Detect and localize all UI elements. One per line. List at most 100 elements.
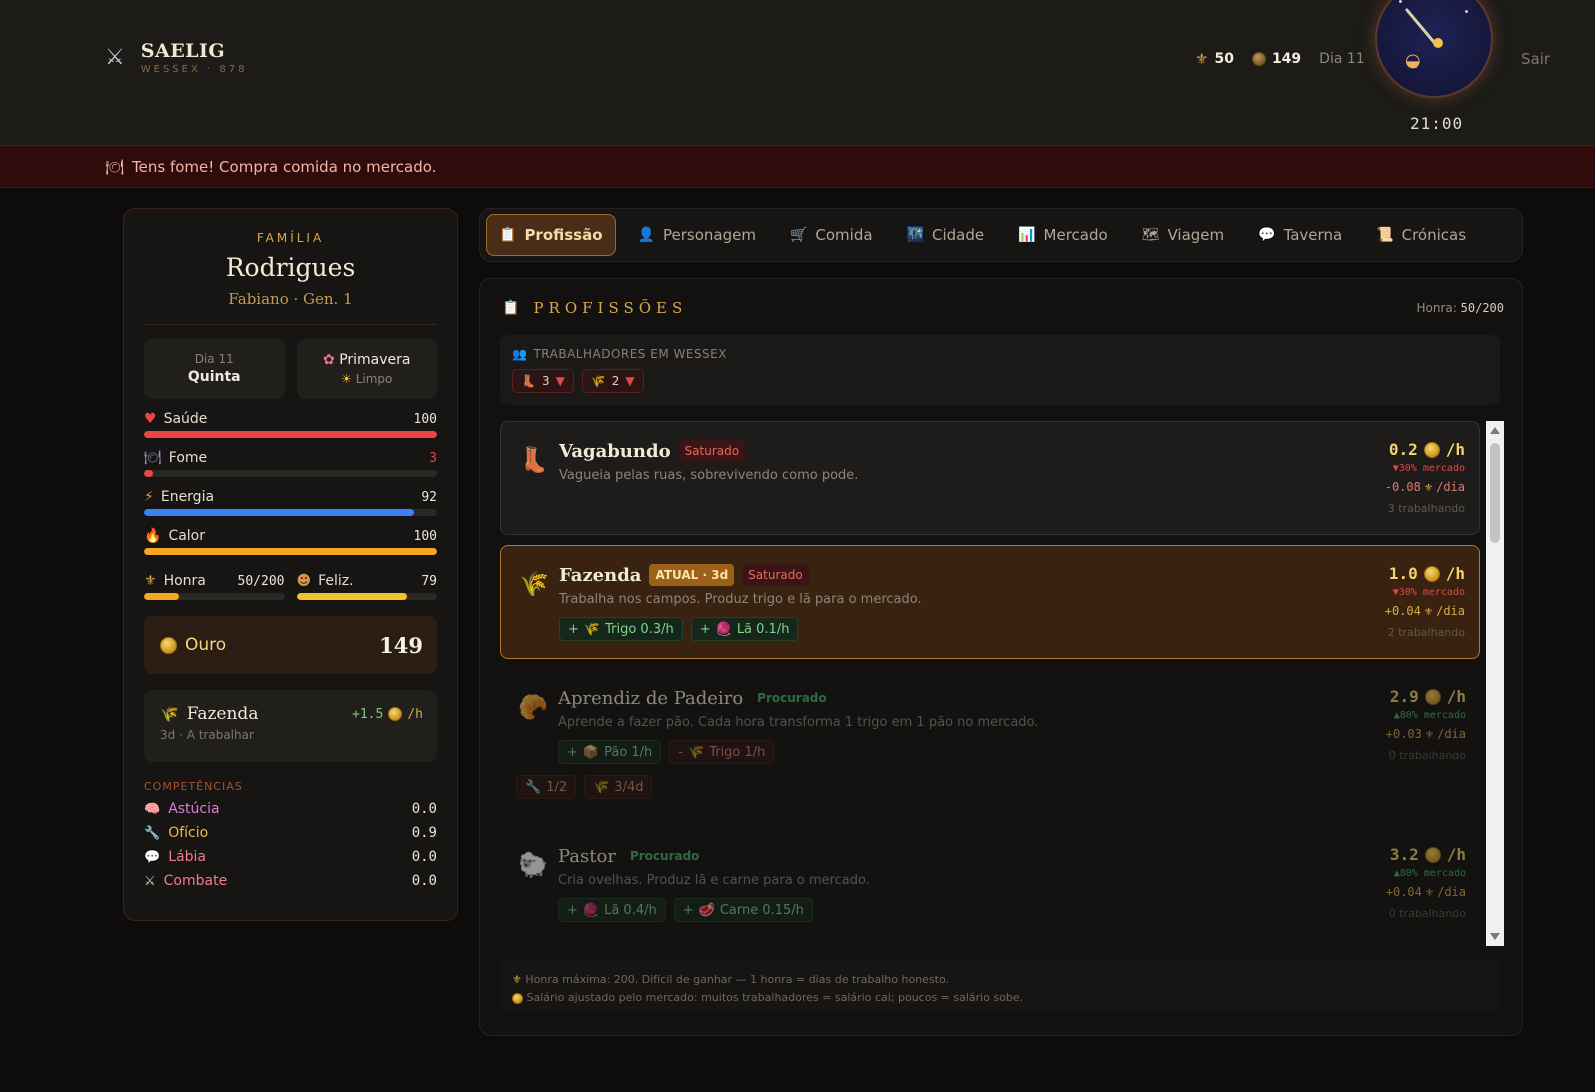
- star-icon: [1465, 10, 1468, 13]
- boot-icon: 👢: [521, 374, 536, 388]
- input-chip: - 🌾 Trigo 1/h: [669, 740, 775, 764]
- info-footer: ⚜ Honra máxima: 200. Difícil de ganhar —…: [500, 961, 1500, 1011]
- season: Primavera: [339, 352, 411, 368]
- crossed-swords-icon: ⚔: [144, 873, 156, 889]
- bar-track: [144, 470, 437, 477]
- output-chip: + 🧶 Lã 0.4/h: [558, 898, 666, 922]
- moon-icon: ◒: [1405, 50, 1421, 71]
- clipboard-icon: 📋: [502, 300, 520, 316]
- job-description: Trabalha nos campos. Produz trigo e lã p…: [559, 592, 922, 607]
- tab-mercado[interactable]: 📊 Mercado: [1006, 214, 1120, 256]
- coin-icon: [1424, 688, 1441, 705]
- status-badge: Procurado: [629, 849, 700, 863]
- bar-fill: [144, 470, 153, 477]
- job-card-vagabundo[interactable]: 👢 Vagabundo Saturado Vagueia pelas ruas, …: [500, 421, 1480, 535]
- day-number: Dia 11: [194, 352, 234, 366]
- honor-bar: ⚜ Honra 50/200: [144, 573, 285, 600]
- bread-icon: 📦: [582, 744, 600, 760]
- scroll-down-arrow[interactable]: [1490, 933, 1500, 940]
- output-chip: + 📦 Pão 1/h: [558, 740, 662, 764]
- weekday: Quinta: [187, 369, 241, 385]
- wrench-icon: 🔧: [525, 779, 542, 795]
- logout-button[interactable]: Sair: [1521, 50, 1550, 68]
- hunger-alert: 🍽 Tens fome! Compra comida no mercado.: [0, 146, 1595, 188]
- fleur-de-lis-icon: ⚜: [1425, 885, 1434, 899]
- clipboard-icon: 📋: [499, 227, 517, 243]
- stat-bar-saude: ♥ Saúde 100: [144, 411, 437, 438]
- family-label: FAMÍLIA: [256, 231, 325, 245]
- coin-icon: [512, 992, 523, 1004]
- stat-bar-calor: 🔥 Calor 100: [144, 528, 437, 555]
- profession-list[interactable]: 👢 Vagabundo Saturado Vagueia pelas ruas, …: [500, 421, 1480, 946]
- croissant-icon: 🥐: [518, 693, 548, 721]
- clock-time: 21:00: [1410, 114, 1464, 133]
- sun-icon: ☀: [341, 372, 352, 386]
- status-badge: Procurado: [757, 691, 827, 705]
- scroll-up-arrow[interactable]: [1490, 427, 1500, 434]
- brand: ⚔ SAELIG WESSEX · 878: [105, 40, 247, 75]
- main-tabs: 📋 Profissão 👤 Personagem 🛒 Comida 🌃 Cidade 📊…: [479, 208, 1523, 262]
- day-stat: Dia 11: [1319, 51, 1365, 67]
- flower-icon: ✿: [323, 352, 335, 368]
- coin-icon: [1251, 52, 1266, 66]
- job-card-fazenda[interactable]: 🌾 Fazenda ATUAL · 3d Saturado Trabalha nos…: [500, 545, 1480, 659]
- tab-profissao[interactable]: 📋 Profissão: [486, 214, 616, 256]
- season-box: ✿ Primavera ☀ Limpo: [296, 339, 437, 399]
- skill-row: 🔧 Ofício 0.9: [144, 825, 437, 841]
- tab-viagem[interactable]: 🗺 Viagem: [1130, 214, 1236, 256]
- stat-bar-fome: 🍽 Fome 3: [144, 450, 437, 477]
- bar-track: [144, 431, 437, 438]
- wheat-icon: 🌾: [519, 570, 549, 598]
- plate-icon: 🍽: [144, 450, 162, 466]
- tab-personagem[interactable]: 👤 Personagem: [626, 214, 768, 256]
- sun-marker-icon: [1433, 38, 1443, 48]
- honor-indicator: Honra: 50/200: [1416, 301, 1505, 315]
- flame-icon: 🔥: [144, 528, 162, 544]
- tab-cronicas[interactable]: 📜 Crónicas: [1364, 214, 1478, 256]
- coin-icon: [388, 707, 403, 721]
- tab-comida[interactable]: 🛒 Comida: [778, 214, 885, 256]
- wrench-icon: 🔧: [144, 825, 161, 841]
- fleur-de-lis-icon: ⚜: [1424, 604, 1433, 618]
- job-description: Cria ovelhas. Produz lã e carne para o m…: [558, 873, 870, 888]
- output-chip: + 🧶 Lã 0.1/h: [690, 617, 799, 641]
- tab-taverna[interactable]: 💬 Taverna: [1246, 214, 1354, 256]
- happiness-bar: ☻ Feliz. 79: [296, 573, 437, 600]
- job-card-pastor[interactable]: 🐑 Pastor Procurado Cria ovelhas. Produz l…: [500, 827, 1480, 946]
- section-title: PROFISSÕES: [533, 299, 688, 317]
- top-header: ⚔ SAELIG WESSEX · 878 ⚜ 50 149 Dia 11 ◒ 2…: [0, 0, 1595, 146]
- scroll-thumb[interactable]: [1490, 443, 1500, 543]
- status-badge: Saturado: [742, 564, 809, 586]
- tab-cidade[interactable]: 🌃 Cidade: [895, 214, 997, 256]
- wool-icon: 🧶: [582, 902, 600, 918]
- job-status: 3d · A trabalhar: [160, 728, 254, 742]
- output-chip: + 🥩 Carne 0.15/h: [673, 898, 813, 922]
- brand-title: SAELIG: [140, 40, 226, 62]
- speech-bubble-icon: 💬: [144, 849, 161, 865]
- status-badge: Saturado: [678, 440, 746, 462]
- header-stats: ⚜ 50 149 Dia 11: [1195, 50, 1365, 68]
- list-scrollbar[interactable]: [1486, 421, 1504, 946]
- brand-subtitle: WESSEX · 878: [140, 64, 248, 75]
- down-arrow-icon: ▼: [625, 374, 635, 388]
- job-card-aprendiz-padeiro[interactable]: 🥐 Aprendiz de Padeiro Procurado Aprende a…: [500, 669, 1480, 817]
- professions-panel: 📋 PROFISSÕES Honra: 50/200 👥 TRABALHADORE…: [479, 278, 1523, 1036]
- wheat-icon: 🌾: [688, 744, 705, 760]
- output-chip: + 🌾 Trigo 0.3/h: [559, 617, 683, 641]
- people-icon: 👥: [512, 347, 528, 361]
- star-icon: [1399, 0, 1402, 3]
- skill-row: 💬 Lábia 0.0: [144, 849, 437, 865]
- requirement-chip: 🌾 3/4d: [584, 775, 653, 799]
- chart-icon: 📊: [1018, 227, 1036, 243]
- coin-icon: [1423, 565, 1440, 582]
- family-subtitle: Fabiano · Gen. 1: [228, 290, 353, 308]
- person-icon: 👤: [637, 227, 655, 243]
- gold-box: Ouro 149: [144, 616, 437, 674]
- alert-text: Tens fome! Compra comida no mercado.: [132, 157, 437, 176]
- city-icon: 🌃: [906, 227, 924, 243]
- fleur-de-lis-icon: ⚜: [144, 573, 157, 589]
- divider: [144, 324, 437, 325]
- wheat-icon: 🌾: [583, 621, 601, 637]
- current-job-box[interactable]: 🌾 Fazenda +1.5/h 3d · A trabalhar: [144, 690, 437, 762]
- boot-icon: 👢: [519, 446, 549, 474]
